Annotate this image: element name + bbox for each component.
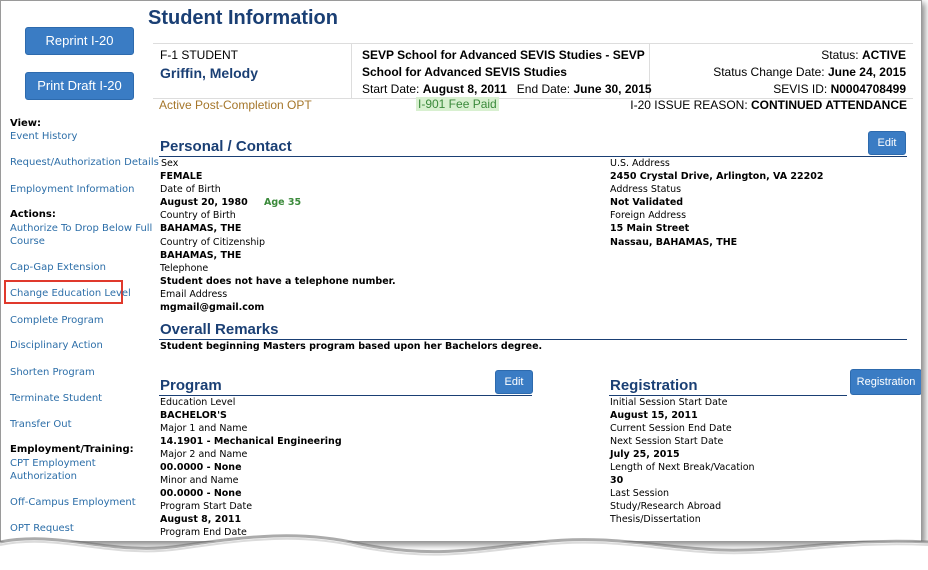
- last-session-label: Last Session: [610, 488, 670, 499]
- email-value: mgmail@gmail.com: [160, 302, 265, 313]
- current-session-end-label: Current Session End Date: [610, 423, 732, 434]
- telephone-value: Student does not have a telephone number…: [160, 276, 396, 287]
- link-terminate-student[interactable]: Terminate Student: [10, 392, 102, 405]
- link-cpt-employment-authorization[interactable]: Authorization: [10, 470, 77, 483]
- minor-value: 00.0000 - None: [160, 488, 242, 499]
- us-address-label: U.S. Address: [610, 158, 670, 169]
- section-rule: [159, 395, 532, 396]
- minor-label: Minor and Name: [160, 475, 239, 486]
- registration-heading: Registration: [610, 377, 698, 394]
- reprint-i20-button[interactable]: Reprint I-20: [25, 27, 134, 55]
- cob-label: Country of Birth: [160, 210, 236, 221]
- employment-training-heading: Employment/Training:: [10, 444, 134, 455]
- view-heading: View:: [10, 118, 42, 129]
- foreign-address-line1: 15 Main Street: [610, 223, 690, 234]
- personal-contact-heading: Personal / Contact: [160, 138, 292, 155]
- link-request-authorization-details[interactable]: Request/Authorization Details: [10, 156, 159, 169]
- section-rule: [609, 395, 847, 396]
- sevis-id-line: SEVIS ID: N0004708499: [773, 82, 906, 96]
- section-rule: [159, 156, 907, 157]
- torn-edge: [0, 534, 928, 570]
- student-type: F-1 STUDENT: [160, 48, 238, 62]
- student-name: Griffin, Melody: [160, 65, 258, 81]
- education-level-label: Education Level: [160, 397, 236, 408]
- initial-session-value: August 15, 2011: [610, 410, 698, 421]
- link-authorize-drop-below-full[interactable]: Authorize To Drop Below Full: [10, 222, 152, 235]
- link-authorize-drop-below-full-course[interactable]: Course: [10, 235, 45, 248]
- status-line: Status: ACTIVE: [821, 48, 906, 62]
- page-title: Student Information: [148, 7, 338, 29]
- initial-session-label: Initial Session Start Date: [610, 397, 728, 408]
- program-heading: Program: [160, 377, 222, 394]
- link-disciplinary-action[interactable]: Disciplinary Action: [10, 339, 103, 352]
- sex-label: Sex: [161, 158, 179, 169]
- address-status-label: Address Status: [610, 184, 682, 195]
- foreign-address-label: Foreign Address: [610, 210, 687, 221]
- study-abroad-label: Study/Research Abroad: [610, 501, 722, 512]
- link-cap-gap-extension[interactable]: Cap-Gap Extension: [10, 261, 106, 274]
- sex-value: FEMALE: [160, 171, 203, 182]
- student-header-box: F-1 STUDENT Griffin, Melody SEVP School …: [153, 43, 913, 99]
- link-employment-information[interactable]: Employment Information: [10, 183, 134, 196]
- break-length-label: Length of Next Break/Vacation: [610, 462, 755, 473]
- link-transfer-out[interactable]: Transfer Out: [10, 418, 72, 431]
- personal-edit-button[interactable]: Edit: [868, 131, 906, 155]
- print-draft-i20-button[interactable]: Print Draft I-20: [25, 72, 134, 100]
- overall-remarks-text: Student beginning Masters program based …: [160, 341, 543, 352]
- break-length-value: 30: [610, 475, 624, 486]
- program-edit-button[interactable]: Edit: [495, 370, 533, 394]
- telephone-label: Telephone: [160, 263, 209, 274]
- issue-reason: I-20 ISSUE REASON: CONTINUED ATTENDANCE: [630, 98, 907, 112]
- coc-value: BAHAMAS, THE: [160, 250, 242, 261]
- fee-status-badge: I-901 Fee Paid: [416, 97, 499, 111]
- program-start-label: Program Start Date: [160, 501, 253, 512]
- link-event-history[interactable]: Event History: [10, 130, 77, 143]
- cob-value: BAHAMAS, THE: [160, 223, 242, 234]
- link-cpt-employment[interactable]: CPT Employment: [10, 457, 96, 470]
- section-rule: [159, 339, 907, 340]
- school-name-line1: SEVP School for Advanced SEVIS Studies -…: [362, 48, 645, 62]
- status-value: ACTIVE: [861, 48, 906, 62]
- link-change-education-level[interactable]: Change Education Level: [10, 287, 131, 300]
- link-off-campus-employment[interactable]: Off-Campus Employment: [10, 496, 136, 509]
- link-shorten-program[interactable]: Shorten Program: [10, 366, 95, 379]
- next-session-value: July 25, 2015: [610, 449, 680, 460]
- opt-status: Active Post-Completion OPT: [159, 98, 312, 112]
- end-date: June 30, 2015: [573, 82, 652, 96]
- overall-remarks-heading: Overall Remarks: [160, 321, 279, 338]
- status-change-line: Status Change Date: June 24, 2015: [713, 65, 906, 79]
- link-complete-program[interactable]: Complete Program: [10, 314, 104, 327]
- major2-value: 00.0000 - None: [160, 462, 242, 473]
- dob-label: Date of Birth: [160, 184, 221, 195]
- school-name-line2: School for Advanced SEVIS Studies: [362, 65, 567, 79]
- registration-button[interactable]: Registration: [850, 369, 921, 395]
- page-sheet: Reprint I-20 Print Draft I-20 View: Even…: [0, 0, 922, 542]
- us-address-value: 2450 Crystal Drive, Arlington, VA 22202: [610, 171, 824, 182]
- address-status-value: Not Validated: [610, 197, 684, 208]
- program-dates: Start Date: August 8, 2011 End Date: Jun…: [362, 82, 652, 96]
- dob-value: August 20, 1980: [160, 197, 248, 208]
- age-value: Age 35: [264, 197, 302, 208]
- next-session-label: Next Session Start Date: [610, 436, 724, 447]
- major1-label: Major 1 and Name: [160, 423, 248, 434]
- actions-heading: Actions:: [10, 209, 56, 220]
- email-label: Email Address: [160, 289, 228, 300]
- education-level-value: BACHELOR'S: [160, 410, 227, 421]
- foreign-address-line2: Nassau, BAHAMAS, THE: [610, 237, 738, 248]
- coc-label: Country of Citizenship: [160, 237, 266, 248]
- start-date: August 8, 2011: [422, 82, 507, 96]
- major1-value: 14.1901 - Mechanical Engineering: [160, 436, 342, 447]
- major2-label: Major 2 and Name: [160, 449, 248, 460]
